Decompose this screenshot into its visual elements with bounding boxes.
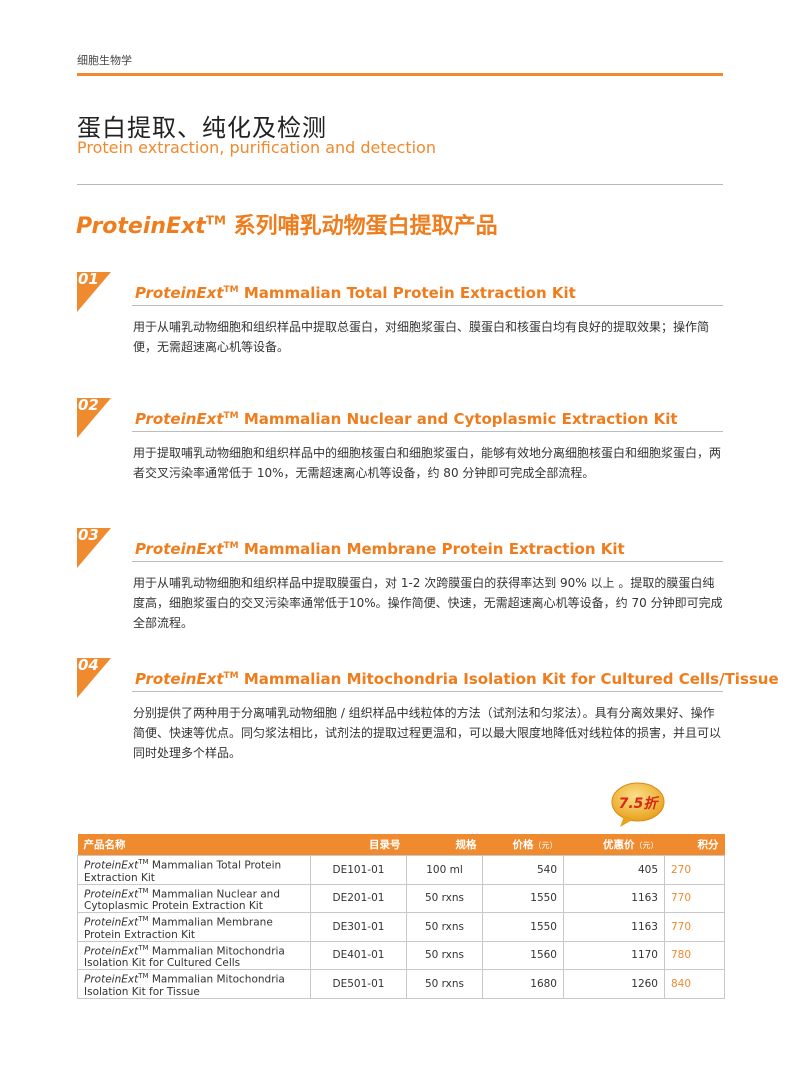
discount-badge-icon: 7.5折 [611,782,665,827]
cell-catalog: DE401-01 [310,940,407,970]
cell-name: ProteinExtTM Mammalian Nuclear and Cytop… [77,883,311,913]
kit-description: 分别提供了两种用于分离哺乳动物细胞 / 组织样品中线粒体的方法（试剂法和匀浆法）… [133,706,722,760]
col-price-unit: （元） [533,841,558,850]
cell-brand: ProteinExt [84,973,139,986]
kit-title: ProteinExtTM Mammalian Membrane Protein … [135,540,625,558]
cell-spec: 100 ml [406,855,483,885]
cell-price: 1550 [482,912,564,942]
table-row: ProteinExtTM Mammalian Membrane Protein … [77,912,725,942]
section-brand: ProteinExt [76,214,206,239]
kit-brand: ProteinExt [135,540,224,558]
kit-brand: ProteinExt [135,410,224,428]
cell-brand: ProteinExt [84,888,139,900]
kit-number: 03 [78,526,99,544]
table-row: ProteinExtTM Mammalian Total Protein Ext… [77,855,725,885]
kit-number: 04 [78,656,99,674]
header-divider [77,73,723,76]
cell-catalog: DE501-01 [310,969,407,999]
cell-brand: ProteinExt [84,859,139,872]
product-table: 产品名称 目录号 规格 价格（元） 优惠价（元） 积分 ProteinExtTM… [77,834,725,999]
kit-tm: TM [223,671,239,681]
col-spec: 规格 [406,834,483,856]
cell-tm: TM [138,886,149,895]
cell-tm: TM [138,858,149,866]
section-tm: TM [205,213,226,228]
cell-brand: ProteinExt [84,916,139,929]
col-discount: 优惠价（元） [563,834,665,856]
kit-name: Mammalian Membrane Protein Extraction Ki… [238,540,625,558]
header-category: 细胞生物学 [77,54,132,67]
col-price: 价格（元） [482,834,564,856]
cell-discount: 405 [563,855,665,885]
cell-points: 770 [664,912,725,942]
page-title-en: Protein extraction, purification and det… [77,138,436,157]
cell-points: 780 [664,940,725,970]
kit-description: 用于提取哺乳动物细胞和组织样品中的细胞核蛋白和细胞浆蛋白，能够有效地分离细胞核蛋… [133,446,722,480]
kit-tm: TM [223,411,239,421]
kit-description: 用于从哺乳动物细胞和组织样品中提取膜蛋白，对 1-2 次跨膜蛋白的获得率达到 9… [133,576,723,630]
table-row: ProteinExtTM Mammalian Mitochondria Isol… [77,940,725,970]
kit-name: Mammalian Mitochondria Isolation Kit for… [238,670,779,688]
cell-points: 770 [664,883,725,913]
badge-text: 7.5折 [619,795,661,812]
cell-price: 1680 [482,969,564,999]
cell-spec: 50 rxns [406,969,483,999]
cell-spec: 50 rxns [406,883,483,913]
col-discount-unit: （元） [634,841,659,850]
kit-brand: ProteinExt [135,670,224,688]
kit-title: ProteinExtTM Mammalian Nuclear and Cytop… [135,410,678,428]
table-header-row: 产品名称 目录号 规格 价格（元） 优惠价（元） 积分 [77,834,725,856]
cell-points: 840 [664,969,725,999]
cell-discount: 1170 [563,940,665,970]
cell-discount: 1163 [563,883,665,913]
kit-description: 用于从哺乳动物细胞和组织样品中提取总蛋白，对细胞浆蛋白、膜蛋白和核蛋白均有良好的… [133,320,710,354]
table-row: ProteinExtTM Mammalian Nuclear and Cytop… [77,883,725,913]
kit-tm: TM [223,541,239,551]
cell-name: ProteinExtTM Mammalian Mitochondria Isol… [77,940,311,970]
cell-price: 1560 [482,940,564,970]
kit-divider [132,305,723,306]
kit-divider [132,431,723,432]
col-catalog: 目录号 [310,834,407,856]
cell-price: 540 [482,855,564,885]
cell-tm: TM [138,915,149,923]
cell-name: ProteinExtTM Mammalian Total Protein Ext… [77,855,311,885]
cell-discount: 1260 [563,969,665,999]
col-points: 积分 [664,834,725,856]
kit-tm: TM [223,285,239,295]
kit-name: Mammalian Total Protein Extraction Kit [238,284,576,302]
kit-name: Mammalian Nuclear and Cytoplasmic Extrac… [238,410,678,428]
cell-catalog: DE201-01 [310,883,407,913]
cell-brand: ProteinExt [84,945,139,957]
cell-catalog: DE301-01 [310,912,407,942]
table-row: ProteinExtTM Mammalian Mitochondria Isol… [77,969,725,999]
title-divider [77,184,723,185]
cell-name: ProteinExtTM Mammalian Membrane Protein … [77,912,311,942]
kit-brand: ProteinExt [135,284,224,302]
cell-price: 1550 [482,883,564,913]
col-name: 产品名称 [77,834,311,856]
kit-number: 01 [78,270,99,288]
cell-discount: 1163 [563,912,665,942]
section-heading-rest: 系列哺乳动物蛋白提取产品 [225,214,498,239]
col-price-label: 价格 [512,839,534,851]
cell-points: 270 [664,855,725,885]
kit-divider [132,691,723,692]
col-discount-label: 优惠价 [603,839,635,851]
cell-tm: TM [138,972,149,980]
kit-title: ProteinExtTM Mammalian Total Protein Ext… [135,284,576,302]
cell-spec: 50 rxns [406,940,483,970]
cell-spec: 50 rxns [406,912,483,942]
kit-divider [132,561,723,562]
kit-title: ProteinExtTM Mammalian Mitochondria Isol… [135,670,779,688]
kit-number: 02 [78,396,99,414]
cell-tm: TM [138,943,149,952]
cell-catalog: DE101-01 [310,855,407,885]
section-heading: ProteinExtTM 系列哺乳动物蛋白提取产品 [76,208,498,240]
cell-name: ProteinExtTM Mammalian Mitochondria Isol… [77,969,311,999]
